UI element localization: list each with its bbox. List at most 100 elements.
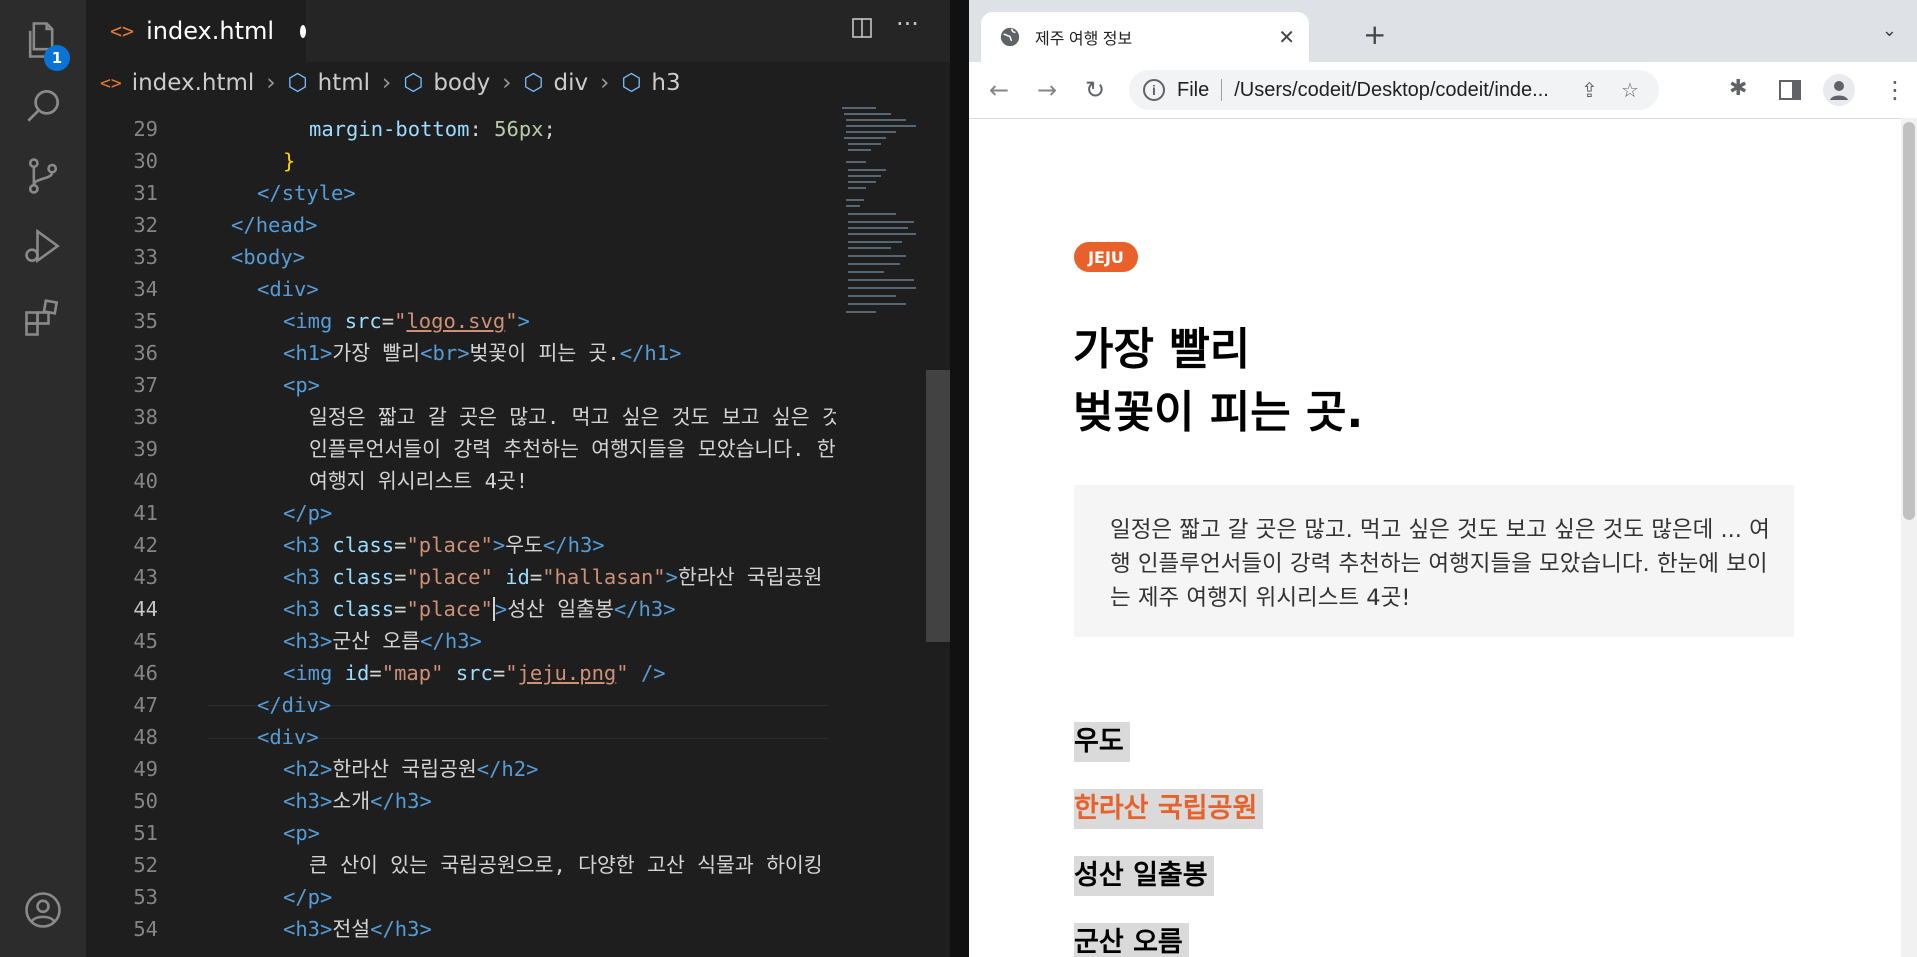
- element-cube-icon: ⬡: [621, 70, 642, 96]
- code-line: 41 </p>: [133, 501, 333, 525]
- tab-filename: index.html: [146, 17, 275, 45]
- new-tab-plus-icon[interactable]: +: [1363, 18, 1386, 51]
- intro-box: 일정은 짧고 갈 곳은 많고. 먹고 싶은 것도 보고 싶은 것도 많은데 ..…: [1074, 485, 1794, 637]
- code-line: 51 <p>: [133, 821, 321, 845]
- place-heading: 성산 일출봉: [1074, 856, 1214, 896]
- page-scrollbar[interactable]: [1901, 118, 1917, 957]
- address-url: /Users/codeit/Desktop/codeit/inde...: [1234, 78, 1549, 101]
- code-line: 46 <img id="map" src="jeju.png" />: [133, 661, 666, 685]
- breadcrumb-item[interactable]: › ⬡ h3: [588, 70, 681, 96]
- web-page: JEJU 가장 빨리 벚꽃이 피는 곳. 일정은 짧고 갈 곳은 많고. 먹고 …: [969, 118, 1917, 957]
- breadcrumb-item[interactable]: › ⬡ html: [254, 70, 370, 96]
- chevron-right-icon: ›: [266, 70, 276, 96]
- html-file-icon: <>: [100, 72, 122, 94]
- page-heading: 가장 빨리 벚꽃이 피는 곳.: [1073, 318, 1363, 444]
- back-arrow-icon[interactable]: ←: [989, 76, 1009, 104]
- source-control-icon[interactable]: [19, 152, 67, 200]
- profile-avatar-icon[interactable]: [1823, 74, 1855, 106]
- code-line: 42 <h3 class="place">우도</h3>: [133, 533, 605, 557]
- code-line: 52 큰 산이 있는 국립공원으로, 다양한 고산 식물과 하이킹: [133, 853, 823, 877]
- browser-toolbar: ← → ↻ i File /Users/codeit/Desktop/codei…: [969, 62, 1917, 119]
- html-file-icon: <>: [110, 19, 135, 43]
- element-cube-icon: ⬡: [523, 70, 544, 96]
- code-line: 48 <div>: [133, 725, 319, 749]
- extensions-icon[interactable]: [19, 294, 67, 342]
- page-scrollbar-thumb[interactable]: [1903, 122, 1915, 520]
- reload-icon[interactable]: ↻: [1085, 76, 1105, 104]
- minimap[interactable]: [836, 104, 926, 957]
- code-line: 36 <h1>가장 빨리<br>벚꽃이 피는 곳.</h1>: [133, 341, 682, 365]
- code-editor: <> index.html ··· <> index.html › ⬡ html ›…: [86, 0, 950, 957]
- chevron-right-icon: ›: [382, 70, 392, 96]
- bookmark-star-icon[interactable]: ☆: [1621, 78, 1639, 103]
- code-line: 39 인플루언서들이 강력 추천하는 여행지들을 모았습니다. 한: [133, 437, 836, 461]
- element-cube-icon: ⬡: [403, 70, 424, 96]
- place-heading: 군산 오름: [1074, 923, 1189, 957]
- code-line: 33 <body>: [133, 245, 306, 269]
- chevron-right-icon: ›: [600, 70, 610, 96]
- side-panel-icon[interactable]: [1779, 80, 1801, 100]
- code-line: 32 </head>: [133, 213, 318, 237]
- heading-line-2: 벚꽃이 피는 곳.: [1073, 387, 1364, 438]
- kebab-menu-icon[interactable]: ⋮: [1883, 76, 1907, 104]
- editor-tab-index-html[interactable]: <> index.html: [86, 0, 306, 62]
- window-divider: [950, 0, 969, 957]
- code-line: 38 일정은 짧고 갈 곳은 많고. 먹고 싶은 것도 보고 싶은 것: [133, 405, 836, 429]
- code-line: 43 <h3 class="place" id="hallasan">한라산 국립…: [133, 565, 823, 589]
- editor-tab-bar: <> index.html ···: [86, 0, 950, 62]
- breadcrumb-item[interactable]: <> index.html: [100, 70, 254, 96]
- code-line: 37 <p>: [133, 373, 321, 397]
- browser-tab-title: 제주 여행 정보: [1035, 31, 1133, 48]
- forward-arrow-icon[interactable]: →: [1037, 76, 1057, 104]
- breadcrumb-label: html: [317, 70, 371, 96]
- close-icon[interactable]: ✕: [1278, 25, 1295, 49]
- browser-tab[interactable]: 제주 여행 정보 ✕: [981, 12, 1309, 62]
- account-icon[interactable]: [19, 886, 67, 934]
- heading-line-1: 가장 빨리: [1073, 324, 1251, 375]
- code-line: 45 <h3>군산 오름</h3>: [133, 629, 482, 653]
- explorer-badge: 1: [44, 45, 70, 71]
- chevron-right-icon: ›: [502, 70, 512, 96]
- browser-tab-strip: 제주 여행 정보 ✕ + ⌄: [969, 0, 1917, 62]
- intro-paragraph: 일정은 짧고 갈 곳은 많고. 먹고 싶은 것도 보고 싶은 것도 많은데 ..…: [1110, 517, 1770, 611]
- breadcrumb-label: body: [433, 70, 491, 96]
- breadcrumb-label: div: [553, 70, 589, 96]
- code-line: 47 </div>: [133, 693, 332, 717]
- place-heading: 한라산 국립공원: [1074, 789, 1264, 829]
- share-icon[interactable]: ⇪: [1581, 78, 1598, 103]
- code-line: 29 margin-bottom: 56px;: [133, 117, 556, 141]
- code-line: 54 <h3>전설</h3>: [133, 917, 432, 941]
- address-scheme: File: [1177, 78, 1210, 101]
- address-bar[interactable]: i File /Users/codeit/Desktop/codeit/inde…: [1129, 70, 1659, 110]
- browser-window: 제주 여행 정보 ✕ + ⌄ ← → ↻ i File /Users/codei…: [969, 0, 1917, 957]
- search-icon[interactable]: [19, 82, 67, 130]
- element-cube-icon: ⬡: [287, 70, 308, 96]
- place-heading: 우도: [1074, 722, 1130, 762]
- code-line: 44 <h3 class="place">성산 일출봉</h3>: [133, 597, 676, 621]
- breadcrumb-label: index.html: [131, 70, 255, 96]
- breadcrumb-label: h3: [651, 70, 681, 96]
- breadcrumb-item[interactable]: › ⬡ div: [490, 70, 588, 96]
- extensions-puzzle-icon[interactable]: ✱: [1729, 76, 1747, 101]
- globe-icon: [1000, 27, 1020, 47]
- run-debug-icon[interactable]: [19, 222, 67, 270]
- code-line: 49 <h2>한라산 국립공원</h2>: [133, 757, 539, 781]
- jeju-logo-badge: JEJU: [1074, 242, 1138, 272]
- address-separator: [1221, 79, 1223, 101]
- breadcrumb-item[interactable]: › ⬡ body: [370, 70, 490, 96]
- unsaved-dot-icon[interactable]: [300, 24, 306, 38]
- info-icon[interactable]: i: [1143, 79, 1165, 101]
- code-line: 30}: [133, 149, 296, 173]
- code-line: 35 <img src="logo.svg">: [133, 309, 530, 333]
- more-actions-icon[interactable]: ···: [896, 10, 919, 38]
- code-line: 40 여행지 위시리스트 4곳!: [133, 469, 529, 493]
- code-line: 34 <div>: [133, 277, 319, 301]
- breadcrumb: <> index.html › ⬡ html › ⬡ body › ⬡ div › ⬡ h3: [86, 62, 950, 104]
- code-line: 31 </style>: [133, 181, 356, 205]
- activity-bar: 1: [0, 0, 86, 957]
- chevron-down-icon[interactable]: ⌄: [1882, 20, 1897, 41]
- code-line: 50 <h3>소개</h3>: [133, 789, 432, 813]
- code-area[interactable]: 29 margin-bottom: 56px; 30} 31 </style> 32…: [86, 104, 836, 957]
- split-editor-icon[interactable]: [850, 16, 874, 46]
- editor-scrollbar-thumb[interactable]: [926, 370, 950, 642]
